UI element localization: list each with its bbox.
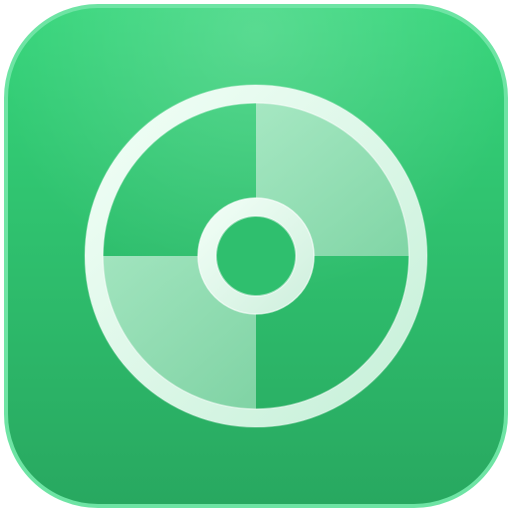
- app-icon-canvas: [0, 0, 512, 512]
- app-icon[interactable]: [0, 0, 512, 512]
- disc-icon: [4, 4, 508, 508]
